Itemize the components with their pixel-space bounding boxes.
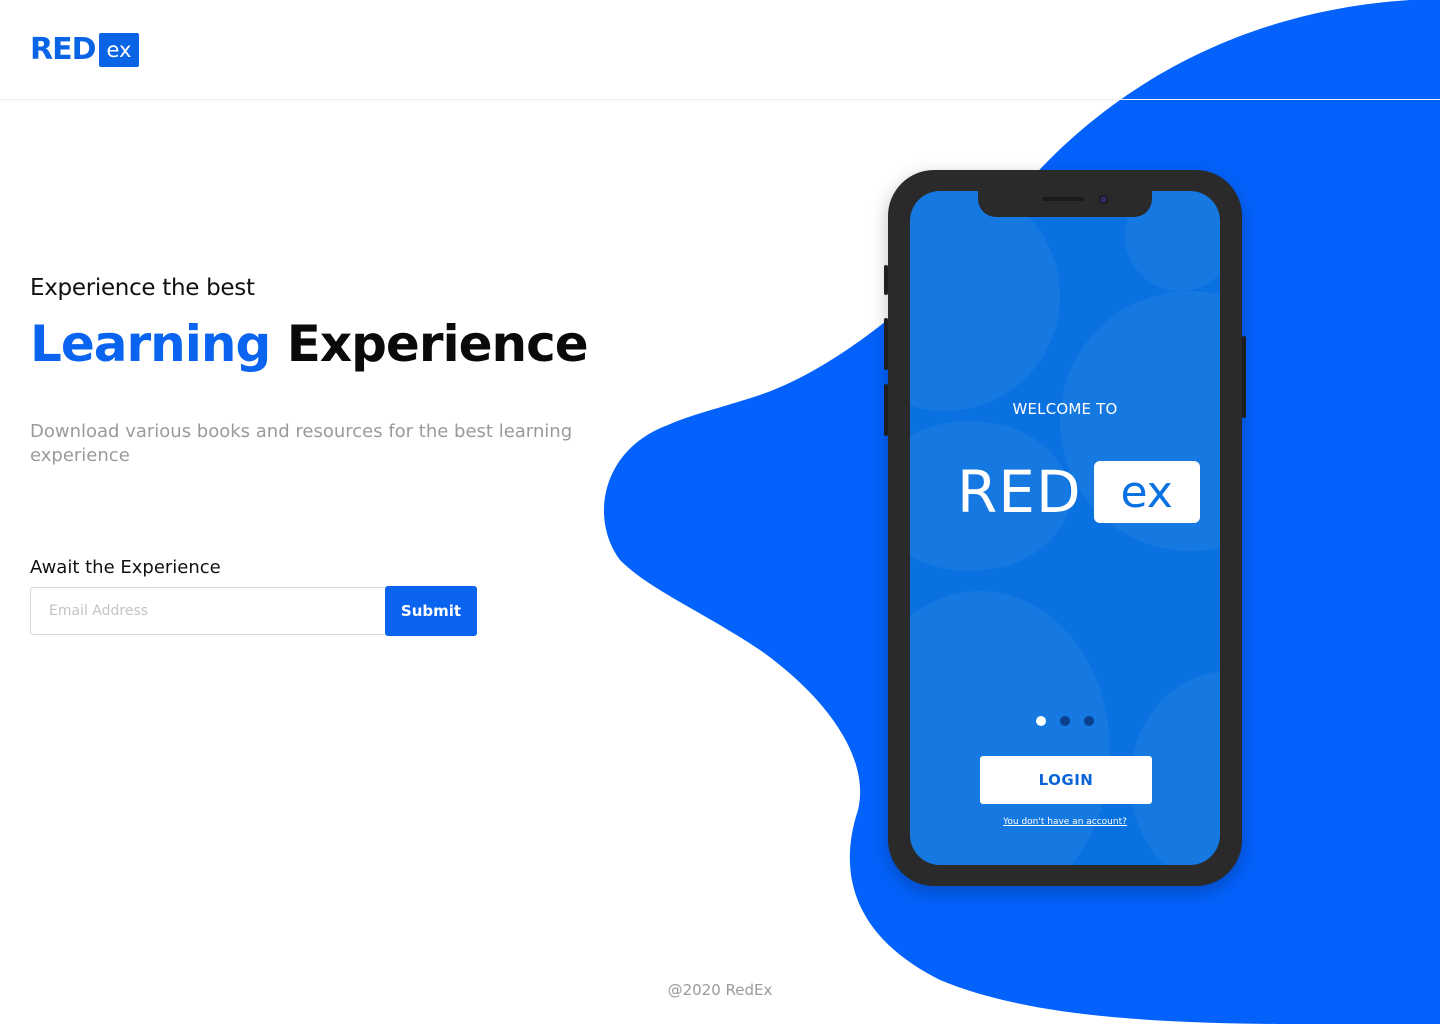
logo-wordmark: RED [30, 32, 96, 67]
signup-label: Await the Experience [30, 557, 221, 578]
landing-page: RED ex Experience the best Learning Expe… [0, 0, 1440, 1024]
phone-power-button [1242, 336, 1246, 418]
app-logo-wordmark: RED [957, 458, 1082, 526]
app-logo: RED ex [957, 459, 1200, 525]
top-header: RED ex [0, 0, 1440, 100]
phone-notch [978, 191, 1152, 217]
carousel-dot[interactable] [1084, 716, 1094, 726]
screen-bg-circle [910, 191, 1060, 411]
hero-title-highlight: Learning [30, 315, 271, 373]
welcome-text: WELCOME TO [1012, 400, 1118, 418]
footer-copyright: @2020 RedEx [667, 981, 773, 999]
phone-mockup: WELCOME TO RED ex LOGIN You don't have a… [884, 170, 1246, 886]
create-account-link[interactable]: You don't have an account? [910, 817, 1220, 827]
speaker-icon [1042, 197, 1084, 201]
camera-icon [1099, 195, 1108, 204]
hero-title-rest: Experience [286, 315, 589, 373]
phone-mute-switch [884, 265, 888, 295]
phone-volume-up [884, 318, 888, 370]
app-logo-badge: ex [1093, 461, 1200, 523]
hero-eyebrow: Experience the best [30, 275, 255, 301]
submit-button[interactable]: Submit [385, 586, 477, 636]
email-input[interactable] [30, 587, 385, 635]
phone-screen: WELCOME TO RED ex LOGIN You don't have a… [910, 191, 1220, 865]
carousel-dot[interactable] [1036, 716, 1046, 726]
phone-volume-down [884, 384, 888, 436]
email-signup-form: Submit [30, 586, 477, 636]
hero-title: Learning Experience [30, 315, 589, 373]
hero-description: Download various books and resources for… [30, 421, 573, 466]
carousel-dot[interactable] [1060, 716, 1070, 726]
logo-badge: ex [98, 33, 140, 67]
carousel-dots [1036, 716, 1094, 726]
brand-logo[interactable]: RED ex [30, 32, 140, 67]
login-button[interactable]: LOGIN [980, 756, 1152, 804]
